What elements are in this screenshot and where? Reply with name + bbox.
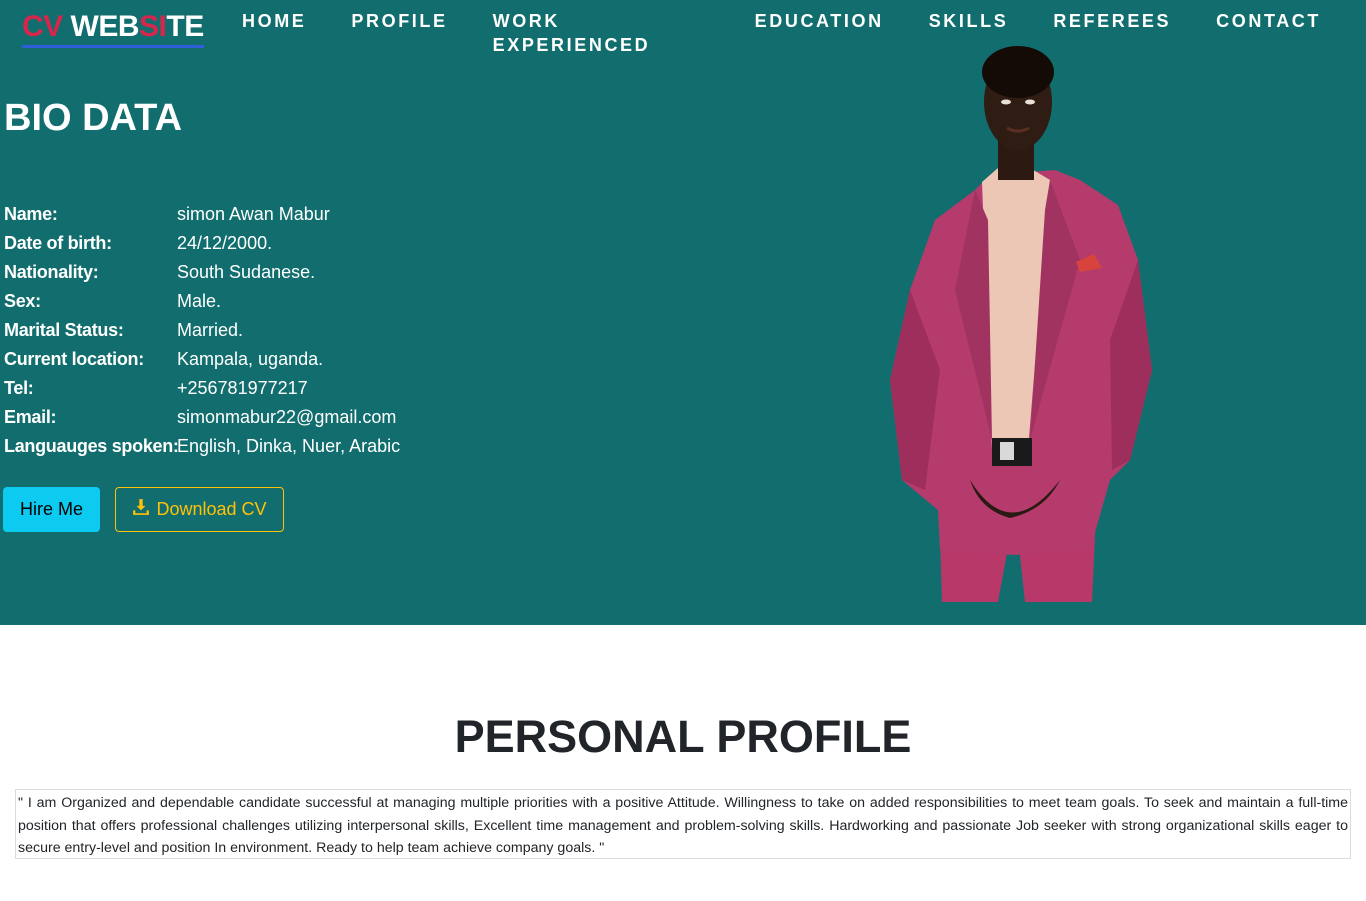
bio-row-nationality: Nationality: South Sudanese. bbox=[4, 259, 400, 288]
bio-label: Name: bbox=[4, 204, 58, 224]
nav-work-experienced[interactable]: WORK EXPERIENCED bbox=[493, 9, 710, 57]
bio-label: Languauges spoken: bbox=[4, 436, 179, 456]
site-logo[interactable]: CV WEBSITE bbox=[22, 10, 204, 48]
bio-value: 24/12/2000. bbox=[177, 233, 273, 253]
hire-me-button[interactable]: Hire Me bbox=[3, 487, 100, 532]
bio-value: South Sudanese. bbox=[177, 262, 316, 282]
bio-row-languages: Languauges spoken: English, Dinka, Nuer,… bbox=[4, 433, 400, 462]
profile-photo bbox=[890, 46, 1152, 602]
logo-part-cv: CV bbox=[22, 10, 71, 43]
bio-value: Kampala, uganda. bbox=[177, 349, 324, 369]
bio-row-dob: Date of birth: 24/12/2000. bbox=[4, 230, 400, 259]
download-icon bbox=[132, 498, 150, 521]
download-cv-label: Download CV bbox=[156, 499, 267, 519]
bio-label: Nationality: bbox=[4, 262, 99, 282]
bio-row-marital-status: Marital Status: Married. bbox=[4, 317, 400, 346]
personal-profile-text: " I am Organized and dependable candidat… bbox=[15, 789, 1351, 859]
bio-label: Current location: bbox=[4, 349, 144, 369]
bio-label: Sex: bbox=[4, 291, 41, 311]
bio-data-title: BIO DATA bbox=[4, 97, 183, 139]
logo-part-si: SI bbox=[139, 10, 167, 43]
nav-education[interactable]: EDUCATION bbox=[755, 9, 884, 57]
bio-value: English, Dinka, Nuer, Arabic bbox=[177, 436, 401, 456]
nav-contact[interactable]: CONTACT bbox=[1216, 9, 1321, 57]
logo-part-web: WEB bbox=[70, 10, 140, 43]
bio-label: Email: bbox=[4, 407, 57, 427]
bio-row-location: Current location: Kampala, uganda. bbox=[4, 346, 400, 375]
main-nav: HOME PROFILE WORK EXPERIENCED EDUCATION … bbox=[242, 9, 1366, 57]
bio-value: Married. bbox=[177, 320, 244, 340]
bio-label: Date of birth: bbox=[4, 233, 112, 253]
bio-value: +256781977217 bbox=[177, 378, 308, 398]
personal-profile-title: PERSONAL PROFILE bbox=[454, 711, 912, 762]
download-cv-button[interactable]: Download CV bbox=[115, 487, 284, 532]
bio-value: Male. bbox=[177, 291, 222, 311]
nav-home[interactable]: HOME bbox=[242, 9, 306, 57]
bio-row-name: Name: simon Awan Mabur bbox=[4, 201, 400, 230]
bio-row-tel: Tel: +256781977217 bbox=[4, 375, 400, 404]
bio-row-sex: Sex: Male. bbox=[4, 288, 400, 317]
bio-row-email: Email: simonmabur22@gmail.com bbox=[4, 404, 400, 433]
bio-data-table: Name: simon Awan Mabur Date of birth: 24… bbox=[4, 201, 400, 462]
hero-section: CV WEBSITE HOME PROFILE WORK EXPERIENCED… bbox=[0, 0, 1366, 625]
bio-label: Marital Status: bbox=[4, 320, 124, 340]
bio-label: Tel: bbox=[4, 378, 34, 398]
bio-value: simon Awan Mabur bbox=[177, 204, 330, 224]
logo-part-te: TE bbox=[166, 10, 204, 43]
bio-value: simonmabur22@gmail.com bbox=[177, 407, 397, 427]
nav-profile[interactable]: PROFILE bbox=[351, 9, 447, 57]
